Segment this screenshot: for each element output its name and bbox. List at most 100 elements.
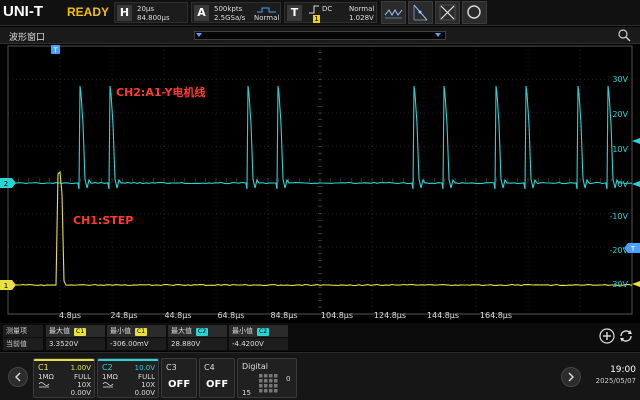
digital-bit (269, 389, 273, 393)
x-tick-label: 144.8µs (427, 311, 459, 320)
acquire-mode-icon (256, 6, 278, 14)
y-tick-label: -30V (609, 280, 628, 289)
channel-1-impedance: 1MΩ (38, 373, 54, 381)
memory-overview-bar[interactable] (194, 31, 446, 40)
channel-4-name: C4 (204, 364, 215, 372)
ch1-zero-marker (632, 281, 640, 287)
ch2-marker-label: 2 (4, 180, 8, 188)
channel-4-state: OFF (206, 379, 228, 390)
channel-2-offset: 0.00V (135, 389, 155, 397)
add-measurement-icon[interactable] (599, 328, 615, 344)
digital-bit (259, 374, 263, 378)
acquire-mode: Normal (254, 14, 279, 22)
y-tick-label: 30V (612, 75, 628, 84)
measure-value-3: 28.880V (168, 338, 227, 350)
digital-bit (274, 384, 278, 388)
ch1-marker-label: 1 (4, 282, 8, 290)
timebase-scale: 20µs (137, 5, 154, 13)
trigger-letter: T (287, 5, 302, 21)
ch1-ground-marker[interactable]: 1 (0, 280, 16, 290)
clock-time: 19:00 (586, 365, 636, 375)
clock-date: 2025/05/07 (586, 377, 636, 385)
trigger-level-label: T (630, 245, 636, 253)
channel-1-probe: 10X (77, 381, 91, 389)
y-tick-label: 10V (612, 145, 628, 154)
x-tick-label: 124.8µs (374, 311, 406, 320)
timebase-panel[interactable]: H 20µs 84.800µs (114, 2, 188, 23)
digital-bit (264, 374, 268, 378)
digital-panel[interactable]: Digital 0 15 (237, 358, 297, 398)
measure-item-2[interactable]: 最小值 C1 (107, 325, 166, 337)
channel-2-coupling-icon (102, 381, 114, 388)
measure-item-3[interactable]: 最大值 C2 (168, 325, 227, 337)
measure-header-type: 测量项 (3, 325, 43, 337)
cursor-icon[interactable] (408, 1, 433, 24)
channel-1-scale: 1.00V (71, 364, 91, 372)
math-icon[interactable] (435, 1, 460, 24)
grid (8, 46, 632, 314)
y-tick-label: -10V (609, 212, 628, 221)
channel-bar: C1 1.00V 1MΩ FULL 10X 0.00V C2 10.0V 1MΩ… (0, 352, 640, 400)
channel-4-panel[interactable]: C4 OFF (199, 358, 235, 398)
channel-2-panel[interactable]: C2 10.0V 1MΩ FULL 10X 0.00V (97, 358, 159, 398)
channel-2-probe: 10X (141, 381, 155, 389)
digital-grid-icon (258, 373, 280, 395)
overview-end-marker (435, 33, 441, 37)
x-tick-label: 164.8µs (480, 311, 512, 320)
refresh-measurement-icon[interactable] (618, 328, 634, 344)
x-tick-label: 44.8µs (164, 311, 191, 320)
y-tick-label: 0V (617, 180, 628, 189)
digital-low-label: 0 (286, 375, 290, 383)
channel-1-panel[interactable]: C1 1.00V 1MΩ FULL 10X 0.00V (33, 358, 95, 398)
measure-item-4[interactable]: 最小值 C2 (229, 325, 288, 337)
digital-bit (259, 379, 263, 383)
measure-value-1: 3.3520V (46, 338, 105, 350)
channel-2-bandwidth: FULL (138, 373, 155, 381)
acquire-panel[interactable]: A 500kpts 2.5GSa/s Normal (191, 2, 281, 23)
channel-3-panel[interactable]: C3 OFF (161, 358, 197, 398)
timebase-letter: H (117, 5, 132, 21)
x-tick-label: 84.8µs (270, 311, 297, 320)
trigger-position-marker[interactable]: T (51, 45, 60, 55)
measure-value-4: -4.4200V (229, 338, 288, 350)
digital-bit (274, 389, 278, 393)
channel-1-coupling-icon (38, 381, 50, 388)
run-status[interactable]: READY (67, 5, 109, 19)
trigger-level: 1.028V (349, 14, 374, 22)
clock: 19:00 2025/05/07 (586, 365, 636, 385)
x-tick-label: 4.8µs (59, 311, 81, 320)
acquire-rate: 2.5GSa/s (214, 14, 245, 22)
wave-measure-icon[interactable] (381, 1, 406, 24)
timebase-offset: 84.800µs (137, 14, 170, 22)
channel-3-name: C3 (166, 364, 177, 372)
digital-bit (274, 379, 278, 383)
digital-bit (269, 384, 273, 388)
ch2-annotation: CH2:A1-Y电机线 (116, 85, 205, 99)
channel-1-stripe (34, 359, 94, 361)
digital-title: Digital (242, 363, 268, 371)
measure-value-2: -306.00mV (107, 338, 166, 350)
x-tick-label: 64.8µs (217, 311, 244, 320)
measure-header-value: 当前值 (3, 338, 43, 350)
waveform-area[interactable]: 30V 20V 10V 0V -10V -20V -30V 4.8µs 24.8µs 44.8µ… (0, 44, 640, 322)
digital-bit (264, 379, 268, 383)
acquire-letter: A (194, 5, 209, 21)
window-title: 波形窗口 (9, 30, 45, 43)
search-icon[interactable] (462, 1, 487, 24)
scroll-right-button[interactable] (561, 367, 581, 387)
ch1-annotation: CH1:STEP (73, 214, 133, 227)
trigger-panel[interactable]: T DC 1 Normal 1.028V (284, 2, 377, 23)
ch2-scale-marker (632, 138, 640, 144)
brand: UNI-T READY (3, 2, 109, 23)
digital-bit (264, 389, 268, 393)
channel-2-impedance: 1MΩ (102, 373, 118, 381)
brand-logo: UNI-T (3, 3, 43, 20)
scroll-left-button[interactable] (8, 367, 28, 387)
waveform-svg[interactable]: 30V20V10V0V-10V-20V-30V 4.8µs 24.8µs 44.8µ… (0, 44, 640, 322)
digital-high-label: 15 (242, 389, 251, 397)
measure-item-1[interactable]: 最大值 C1 (46, 325, 105, 337)
channel-1-offset: 0.00V (71, 389, 91, 397)
zoom-icon[interactable] (617, 28, 631, 42)
ch2-ground-marker[interactable]: 2 (0, 178, 16, 188)
channel-2-scale: 10.0V (135, 364, 155, 372)
